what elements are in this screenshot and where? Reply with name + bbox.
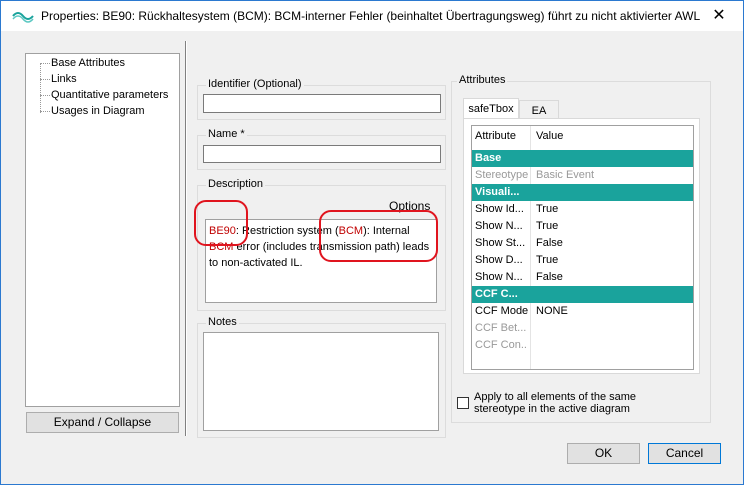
window-title: Properties: BE90: Rückhaltesystem (BCM):… (41, 9, 701, 23)
grid-attribute-cell: Show D... (475, 254, 523, 266)
tree-item-links[interactable]: Links (51, 73, 77, 85)
properties-dialog: Properties: BE90: Rückhaltesystem (BCM):… (0, 0, 744, 485)
table-row[interactable]: Show Id... True (472, 201, 693, 218)
tab-safetbox[interactable]: safeTbox (463, 98, 519, 119)
table-row[interactable]: Base (472, 150, 693, 167)
panel-splitter[interactable] (185, 41, 187, 436)
table-row[interactable]: CCF Model NONE (472, 303, 693, 320)
name-input[interactable] (203, 145, 441, 163)
ok-button[interactable]: OK (567, 443, 640, 464)
identifier-input[interactable] (203, 94, 441, 113)
table-row[interactable]: CCF Bet... (472, 320, 693, 337)
grid-value-cell: False (536, 271, 563, 283)
grid-attribute-cell: Show N... (475, 220, 523, 232)
tab-ea[interactable]: EA (519, 100, 559, 120)
annotation-circle (194, 200, 248, 246)
grid-attribute-cell: Base (475, 152, 502, 164)
tree-item-quantitative-parameters[interactable]: Quantitative parameters (51, 89, 168, 101)
cancel-button[interactable]: Cancel (648, 443, 721, 464)
table-row[interactable]: Show D... True (472, 252, 693, 269)
grid-attribute-cell: CCF Bet... (475, 322, 527, 334)
tree-item-base-attributes[interactable]: Base Attributes (51, 57, 125, 69)
grid-attribute-cell: Stereotype (475, 169, 528, 181)
name-label: Name * (206, 128, 247, 140)
grid-attribute-cell: Show Id... (475, 203, 524, 215)
notes-label: Notes (206, 316, 239, 328)
grid-header-attribute: Attribute (475, 130, 516, 142)
tree-item-usages-in-diagram[interactable]: Usages in Diagram (51, 105, 145, 117)
description-label: Description (206, 178, 266, 190)
apply-all-checkbox[interactable] (457, 397, 469, 409)
tree-connector (40, 79, 50, 80)
grid-attribute-cell: CCF C... (475, 288, 518, 300)
table-row[interactable]: Show N... True (472, 218, 693, 235)
grid-attribute-cell: Show N... (475, 271, 523, 283)
grid-header-value: Value (536, 130, 564, 142)
grid-attribute-cell: Show St... (475, 237, 526, 249)
attributes-label: Attributes (457, 74, 508, 86)
identifier-label: Identifier (Optional) (206, 78, 304, 90)
grid-attribute-cell: CCF Con... (475, 339, 528, 351)
grid-value-cell: NONE (536, 305, 568, 317)
grid-value-cell: Basic Event (536, 169, 595, 181)
annotation-circle (319, 210, 438, 262)
apply-all-label-line: Apply to all elements of the same (474, 391, 637, 403)
table-row[interactable]: Stereotype Basic Event (472, 167, 693, 184)
grid-value-cell: False (536, 237, 563, 249)
title-bar: Properties: BE90: Rückhaltesystem (BCM):… (1, 1, 743, 31)
grid-value-cell: True (536, 203, 559, 215)
apply-all-label-line: stereotype in the active diagram (474, 403, 630, 415)
grid-value-cell: True (536, 254, 559, 266)
notes-input[interactable] (203, 332, 439, 431)
app-icon (12, 12, 34, 23)
table-row[interactable]: Show N... False (472, 269, 693, 286)
table-row[interactable]: CCF C... (472, 286, 693, 303)
apply-all-label: Apply to all elements of the same stereo… (474, 391, 636, 415)
grid-attribute-cell: CCF Model (475, 305, 528, 317)
table-row[interactable]: Visuali... (472, 184, 693, 201)
attributes-grid: Attribute Value Base Stereotype Basic Ev… (471, 125, 694, 370)
tree-connector (40, 95, 50, 96)
grid-attribute-cell: Visuali... (475, 186, 520, 198)
expand-collapse-button[interactable]: Expand / Collapse (26, 412, 179, 433)
table-row[interactable]: CCF Con... (472, 337, 693, 354)
grid-header-row: Attribute Value (472, 128, 693, 145)
table-row[interactable]: Show St... False (472, 235, 693, 252)
tree-connector (40, 63, 42, 113)
navigation-tree: Base Attributes Links Quantitative param… (25, 53, 180, 407)
close-icon[interactable]: ✕ (707, 4, 731, 28)
tree-connector (40, 111, 50, 112)
grid-value-cell: True (536, 220, 559, 232)
tree-connector (40, 63, 50, 64)
